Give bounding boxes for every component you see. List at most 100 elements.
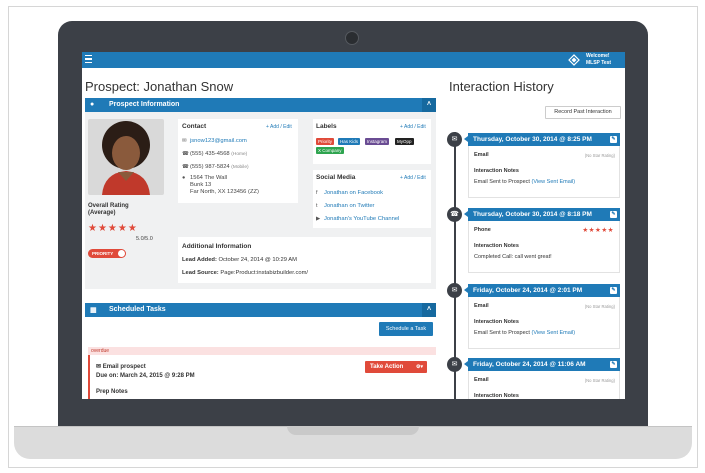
contact-email-link[interactable]: jsnow123@gmail.com [190,138,247,144]
notes-label: Interaction Notes [474,393,519,399]
lead-added-value: October 24, 2014 @ 10:29 AM [218,257,297,263]
envelope-icon: ✉ [447,357,462,372]
task-due-value: March 24, 2015 @ 9:28 PM [120,373,195,379]
envelope-icon: ✉ [96,364,102,370]
social-add-edit-link[interactable]: + Add / Edit [400,175,426,181]
interaction-date-header[interactable]: Thursday, October 30, 2014 @ 8:25 PM ✎ [464,133,620,146]
notes-label: Interaction Notes [474,168,519,174]
lead-source-row: Lead Source: Page:Product:instabizbuilde… [182,270,308,276]
interaction-notes-label: Interaction Notes [474,243,519,249]
notes-label: Interaction Notes [474,243,519,249]
top-bar: Welcome! MLSP Test [82,52,625,68]
edit-icon[interactable]: ✎ [610,211,617,218]
additional-info-title: Additional Information [182,243,252,250]
interaction-notes-label: Interaction Notes [474,168,519,174]
interaction-type: Email [474,377,489,383]
phone-icon: ☎ [182,151,189,157]
interaction-entry: Email (No Star Rating) Interaction Notes… [468,297,620,349]
overdue-banner: overdue [88,347,436,355]
home-phone-type: (Home) [231,152,248,157]
prospect-info-header[interactable]: ● Prospect Information ˄ [85,98,436,112]
toggle-knob [118,250,125,257]
interaction-notes-label: Interaction Notes [474,319,519,325]
welcome-text[interactable]: Welcome! MLSP Test [586,53,611,66]
interaction-notes: Completed Call: call went great! [474,254,552,260]
envelope-icon: ✉ [182,138,187,144]
interaction-history-title: Interaction History [449,79,554,94]
record-past-interaction-button[interactable]: Record Past Interaction [545,106,621,119]
interaction-rating: (No Star Rating) [584,153,615,158]
rating-label-sub: (Average) [88,210,116,216]
twitter-row: t Jonathan on Twitter [316,203,375,209]
phone-icon: ☎ [182,164,189,170]
home-phone: (555) 435-4568 [190,151,230,157]
interaction-date-header[interactable]: Friday, October 24, 2014 @ 11:06 AM ✎ [464,358,620,371]
label-tag: MyOpp [395,138,414,145]
take-action-button[interactable]: Take Action ⚙▾ [365,361,427,373]
task-due-label: Due on: [96,373,119,379]
brand-logo-icon [568,54,580,66]
address-line-2: Bunk 13 [190,182,212,188]
contact-mobile-phone-row: ☎(555) 987-5824 (Mobile) [182,164,249,170]
avatar [88,119,164,195]
priority-toggle[interactable]: PRIORITY [88,249,126,258]
labels-add-edit-link[interactable]: + Add / Edit [400,124,426,130]
phone-icon: ☎ [447,207,462,222]
envelope-icon: ✉ [447,132,462,147]
interaction-date: Friday, October 24, 2014 @ 11:06 AM [473,361,586,368]
schedule-task-button[interactable]: Schedule a Task [379,322,433,336]
interaction-date-header[interactable]: Thursday, October 30, 2014 @ 8:18 PM ✎ [464,208,620,221]
address-line-1: 1564 The Wall [190,175,228,181]
envelope-icon: ✉ [447,283,462,298]
interaction-type-label: Email [474,303,489,309]
labels-title: Labels [316,123,337,130]
facebook-link[interactable]: Jonathan on Facebook [324,190,383,196]
twitter-link[interactable]: Jonathan on Twitter [324,203,375,209]
map-marker-icon: ● [182,175,186,181]
interaction-entry: Phone ★★★★★ Interaction Notes Completed … [468,221,620,273]
chevron-up-icon[interactable]: ˄ [422,303,436,317]
lead-source-label: Lead Source: [182,270,219,276]
task-type-label: Email prospect [102,364,146,370]
contact-home-phone-row: ☎(555) 435-4568 (Home) [182,151,247,157]
interaction-type-label: Phone [474,227,491,233]
task-due: Due on: March 24, 2015 @ 9:28 PM [96,373,195,379]
interaction-type: Phone [474,227,491,233]
edit-icon[interactable]: ✎ [610,361,617,368]
youtube-link[interactable]: Jonathan's YouTube Channel [324,216,399,222]
calendar-icon: ▦ [90,307,97,314]
interaction-type: Email [474,152,489,158]
youtube-row: ▶ Jonathan's YouTube Channel [316,216,399,222]
user-icon: ● [90,101,95,108]
rating-stars[interactable]: ★★★★★ [88,223,138,234]
notes-text: Completed Call: call went great! [474,254,552,260]
facebook-icon: f [316,190,318,196]
lead-added-row: Lead Added: October 24, 2014 @ 10:29 AM [182,257,297,263]
interaction-date: Friday, October 24, 2014 @ 2:01 PM [473,287,583,294]
lead-source-value: Page:Product:instabizbuilder.com/ [220,270,309,276]
mobile-phone-type: (Mobile) [231,165,249,170]
interaction-rating-stars: ★★★★★ [582,227,614,234]
edit-icon[interactable]: ✎ [610,136,617,143]
address-tag: (ZZ) [248,189,259,195]
contact-title: Contact [182,123,207,130]
prep-notes-label: Prep Notes [96,389,128,395]
interaction-date-header[interactable]: Friday, October 24, 2014 @ 2:01 PM ✎ [464,284,620,297]
social-add-edit-label: Add / Edit [404,175,426,181]
label-tag: Priority [316,138,335,145]
twitter-icon: t [316,203,318,209]
task-type: ✉ Email prospect [96,363,146,370]
scheduled-tasks-header[interactable]: ▦ Scheduled Tasks ˄ [85,303,436,317]
interaction-date: Thursday, October 30, 2014 @ 8:18 PM [473,211,592,218]
interaction-date: Thursday, October 30, 2014 @ 8:25 PM [473,136,592,143]
menu-icon[interactable] [85,55,92,64]
edit-icon[interactable]: ✎ [610,287,617,294]
interaction-rating: (No Star Rating) [584,378,615,383]
view-sent-email-link[interactable]: (View Sent Email) [531,330,575,336]
contact-add-edit-label: Add / Edit [270,124,292,130]
facebook-row: f Jonathan on Facebook [316,190,383,196]
social-media-title: Social Media [316,174,356,181]
chevron-up-icon[interactable]: ˄ [422,98,436,112]
contact-add-edit-link[interactable]: + Add / Edit [266,124,292,130]
view-sent-email-link[interactable]: (View Sent Email) [531,179,575,185]
